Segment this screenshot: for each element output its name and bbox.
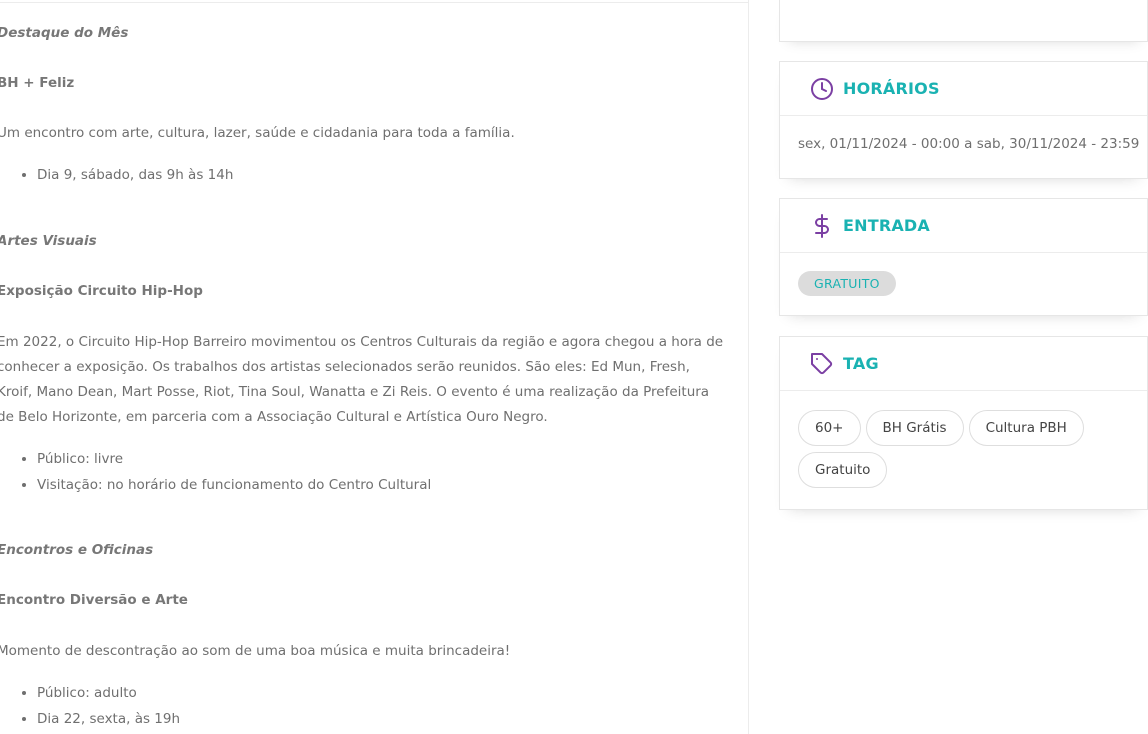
tag-chip[interactable]: Gratuito	[798, 452, 888, 488]
tag-chip[interactable]: Cultura PBH	[968, 410, 1084, 446]
event-title: Exposição Circuito Hip-Hop	[0, 283, 203, 299]
sidebar: HORÁRIOS sex, 01/11/2024 - 00:00 a sab, …	[779, 0, 1148, 734]
tags-card: TAG 60+ BH Grátis Cultura PBH Gratuito	[779, 336, 1148, 510]
event-description-text: Um encontro com arte, cultura, lazer, sa…	[0, 125, 515, 141]
tag-list: 60+ BH Grátis Cultura PBH Gratuito	[798, 391, 1098, 488]
tags-header: TAG	[780, 337, 1147, 391]
dollar-icon	[810, 213, 834, 238]
event-title: Encontro Diversão e Arte	[0, 592, 188, 608]
hours-card: HORÁRIOS sex, 01/11/2024 - 00:00 a sab, …	[779, 61, 1148, 179]
tag-chip[interactable]: 60+	[798, 410, 861, 446]
section-heading: Destaque do Mês	[0, 25, 129, 41]
event-description: Destaque do Mês BH + Feliz Um encontro c…	[0, 0, 749, 734]
list-item: Dia 9, sábado, das 9h às 14h	[37, 162, 233, 188]
list-item: Dia 22, sexta, às 19h	[37, 706, 180, 732]
event-title: BH + Feliz	[0, 75, 75, 91]
section-heading: Artes Visuais	[0, 233, 97, 249]
price-badge: GRATUITO	[798, 271, 896, 296]
event-details-list: Público: adulto Dia 22, sexta, às 19h	[0, 680, 180, 732]
event-details-list: Público: livre Visitação: no horário de …	[0, 446, 431, 498]
event-schedule: sex, 01/11/2024 - 00:00 a sab, 30/11/202…	[798, 136, 1140, 152]
event-description-text: Momento de descontração ao som de uma bo…	[0, 643, 511, 659]
info-card	[779, 0, 1148, 42]
entry-header: ENTRADA	[780, 199, 1147, 253]
divider	[0, 2, 748, 3]
event-details-list: Dia 9, sábado, das 9h às 14h	[0, 162, 233, 188]
entry-title: ENTRADA	[843, 216, 931, 235]
list-item: Visitação: no horário de funcionamento d…	[37, 472, 431, 498]
hours-title: HORÁRIOS	[843, 79, 940, 98]
list-item: Público: livre	[37, 446, 431, 472]
list-item: Público: adulto	[37, 680, 180, 706]
hours-header: HORÁRIOS	[780, 62, 1147, 116]
event-description-text: Em 2022, o Circuito Hip-Hop Barreiro mov…	[0, 334, 724, 425]
section-heading: Encontros e Oficinas	[0, 542, 154, 558]
tag-chip[interactable]: BH Grátis	[865, 410, 964, 446]
tag-icon	[810, 352, 834, 376]
entry-card: ENTRADA GRATUITO	[779, 198, 1148, 316]
tags-title: TAG	[843, 354, 879, 373]
clock-icon	[810, 77, 834, 101]
